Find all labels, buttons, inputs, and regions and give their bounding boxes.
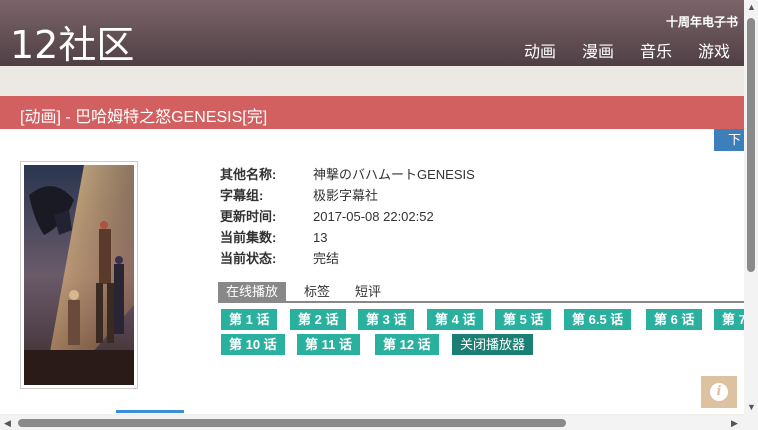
tab-online-play[interactable]: 在线播放 <box>218 282 287 301</box>
content-tabs: 在线播放 标签 短评 <box>218 281 744 303</box>
info-row: 更新时间: 2017-05-08 22:02:52 <box>220 206 475 227</box>
main-nav: 动画 漫画 音乐 游戏 <box>524 38 730 62</box>
scroll-right-arrow-icon[interactable]: ▶ <box>731 419 738 428</box>
close-player-button[interactable]: 关闭播放器 <box>452 334 534 355</box>
episode-button[interactable]: 第 2 话 <box>290 309 347 330</box>
info-label: 字幕组: <box>220 188 264 203</box>
vertical-scrollbar[interactable]: ▲ ▼ <box>744 0 758 416</box>
cover-art <box>24 165 134 385</box>
info-row: 当前集数: 13 <box>220 227 475 248</box>
info-value: 完结 <box>313 251 340 266</box>
ebook-link[interactable]: 十周年电子书 <box>666 13 738 30</box>
episode-button[interactable]: 第 10 话 <box>221 334 285 355</box>
cover-image <box>20 161 138 389</box>
info-row: 当前状态: 完结 <box>220 248 475 269</box>
info-row: 字幕组: 极影字幕社 <box>220 185 475 206</box>
subheader-band <box>0 66 744 96</box>
episode-button[interactable]: 第 12 话 <box>375 334 439 355</box>
tab-comments[interactable]: 短评 <box>355 282 381 301</box>
info-label: 当前状态: <box>220 251 277 266</box>
main-content: 下 其他名称: 神撃のバハムートGENESIS 字幕组: 极影字幕社 更新时间:… <box>0 129 744 414</box>
page-title-bar: [动画] - 巴哈姆特之怒GENESIS[完] <box>0 96 744 129</box>
episode-button[interactable]: 第 3 话 <box>358 309 415 330</box>
episode-button[interactable]: 第 11 话 <box>297 334 360 355</box>
info-value: 神撃のバハムートGENESIS <box>313 167 475 182</box>
info-value: 极影字幕社 <box>313 188 379 203</box>
info-value: 13 <box>313 230 328 245</box>
info-label: 当前集数: <box>220 230 277 245</box>
episode-button[interactable]: 第 1 话 <box>221 309 278 330</box>
nav-music[interactable]: 音乐 <box>640 38 672 62</box>
info-icon: i <box>710 383 728 401</box>
horizontal-scroll-thumb[interactable] <box>18 419 566 427</box>
info-row: 其他名称: 神撃のバハムートGENESIS <box>220 164 475 185</box>
episode-button[interactable]: 第 5 话 <box>495 309 552 330</box>
scroll-down-arrow-icon[interactable]: ▼ <box>747 403 756 412</box>
horizontal-scrollbar[interactable]: ◀ ▶ <box>0 416 758 430</box>
highlight-bar <box>116 410 184 413</box>
tab-tags[interactable]: 标签 <box>304 282 330 301</box>
site-header: 12社区 十周年电子书 动画 漫画 音乐 游戏 <box>0 0 744 69</box>
info-float-button[interactable]: i <box>701 376 737 408</box>
nav-manga[interactable]: 漫画 <box>582 38 614 62</box>
episode-button[interactable]: 第 6 话 <box>646 309 703 330</box>
vertical-scroll-thumb[interactable] <box>747 18 755 272</box>
info-label: 其他名称: <box>220 167 277 182</box>
episode-button[interactable]: 第 7 <box>714 309 744 330</box>
site-logo[interactable]: 12社区 <box>10 14 134 69</box>
info-label: 更新时间: <box>220 209 277 224</box>
scroll-left-arrow-icon[interactable]: ◀ <box>4 419 11 428</box>
anime-info: 其他名称: 神撃のバハムートGENESIS 字幕组: 极影字幕社 更新时间: 2… <box>220 164 475 269</box>
nav-anime[interactable]: 动画 <box>524 38 556 62</box>
info-value: 2017-05-08 22:02:52 <box>313 209 434 224</box>
download-button[interactable]: 下 <box>714 129 744 151</box>
nav-games[interactable]: 游戏 <box>698 38 730 62</box>
episode-button[interactable]: 第 4 话 <box>427 309 484 330</box>
page-title: [动画] - 巴哈姆特之怒GENESIS[完] <box>20 109 268 126</box>
episode-button[interactable]: 第 6.5 话 <box>564 309 632 330</box>
scroll-up-arrow-icon[interactable]: ▲ <box>747 3 756 12</box>
